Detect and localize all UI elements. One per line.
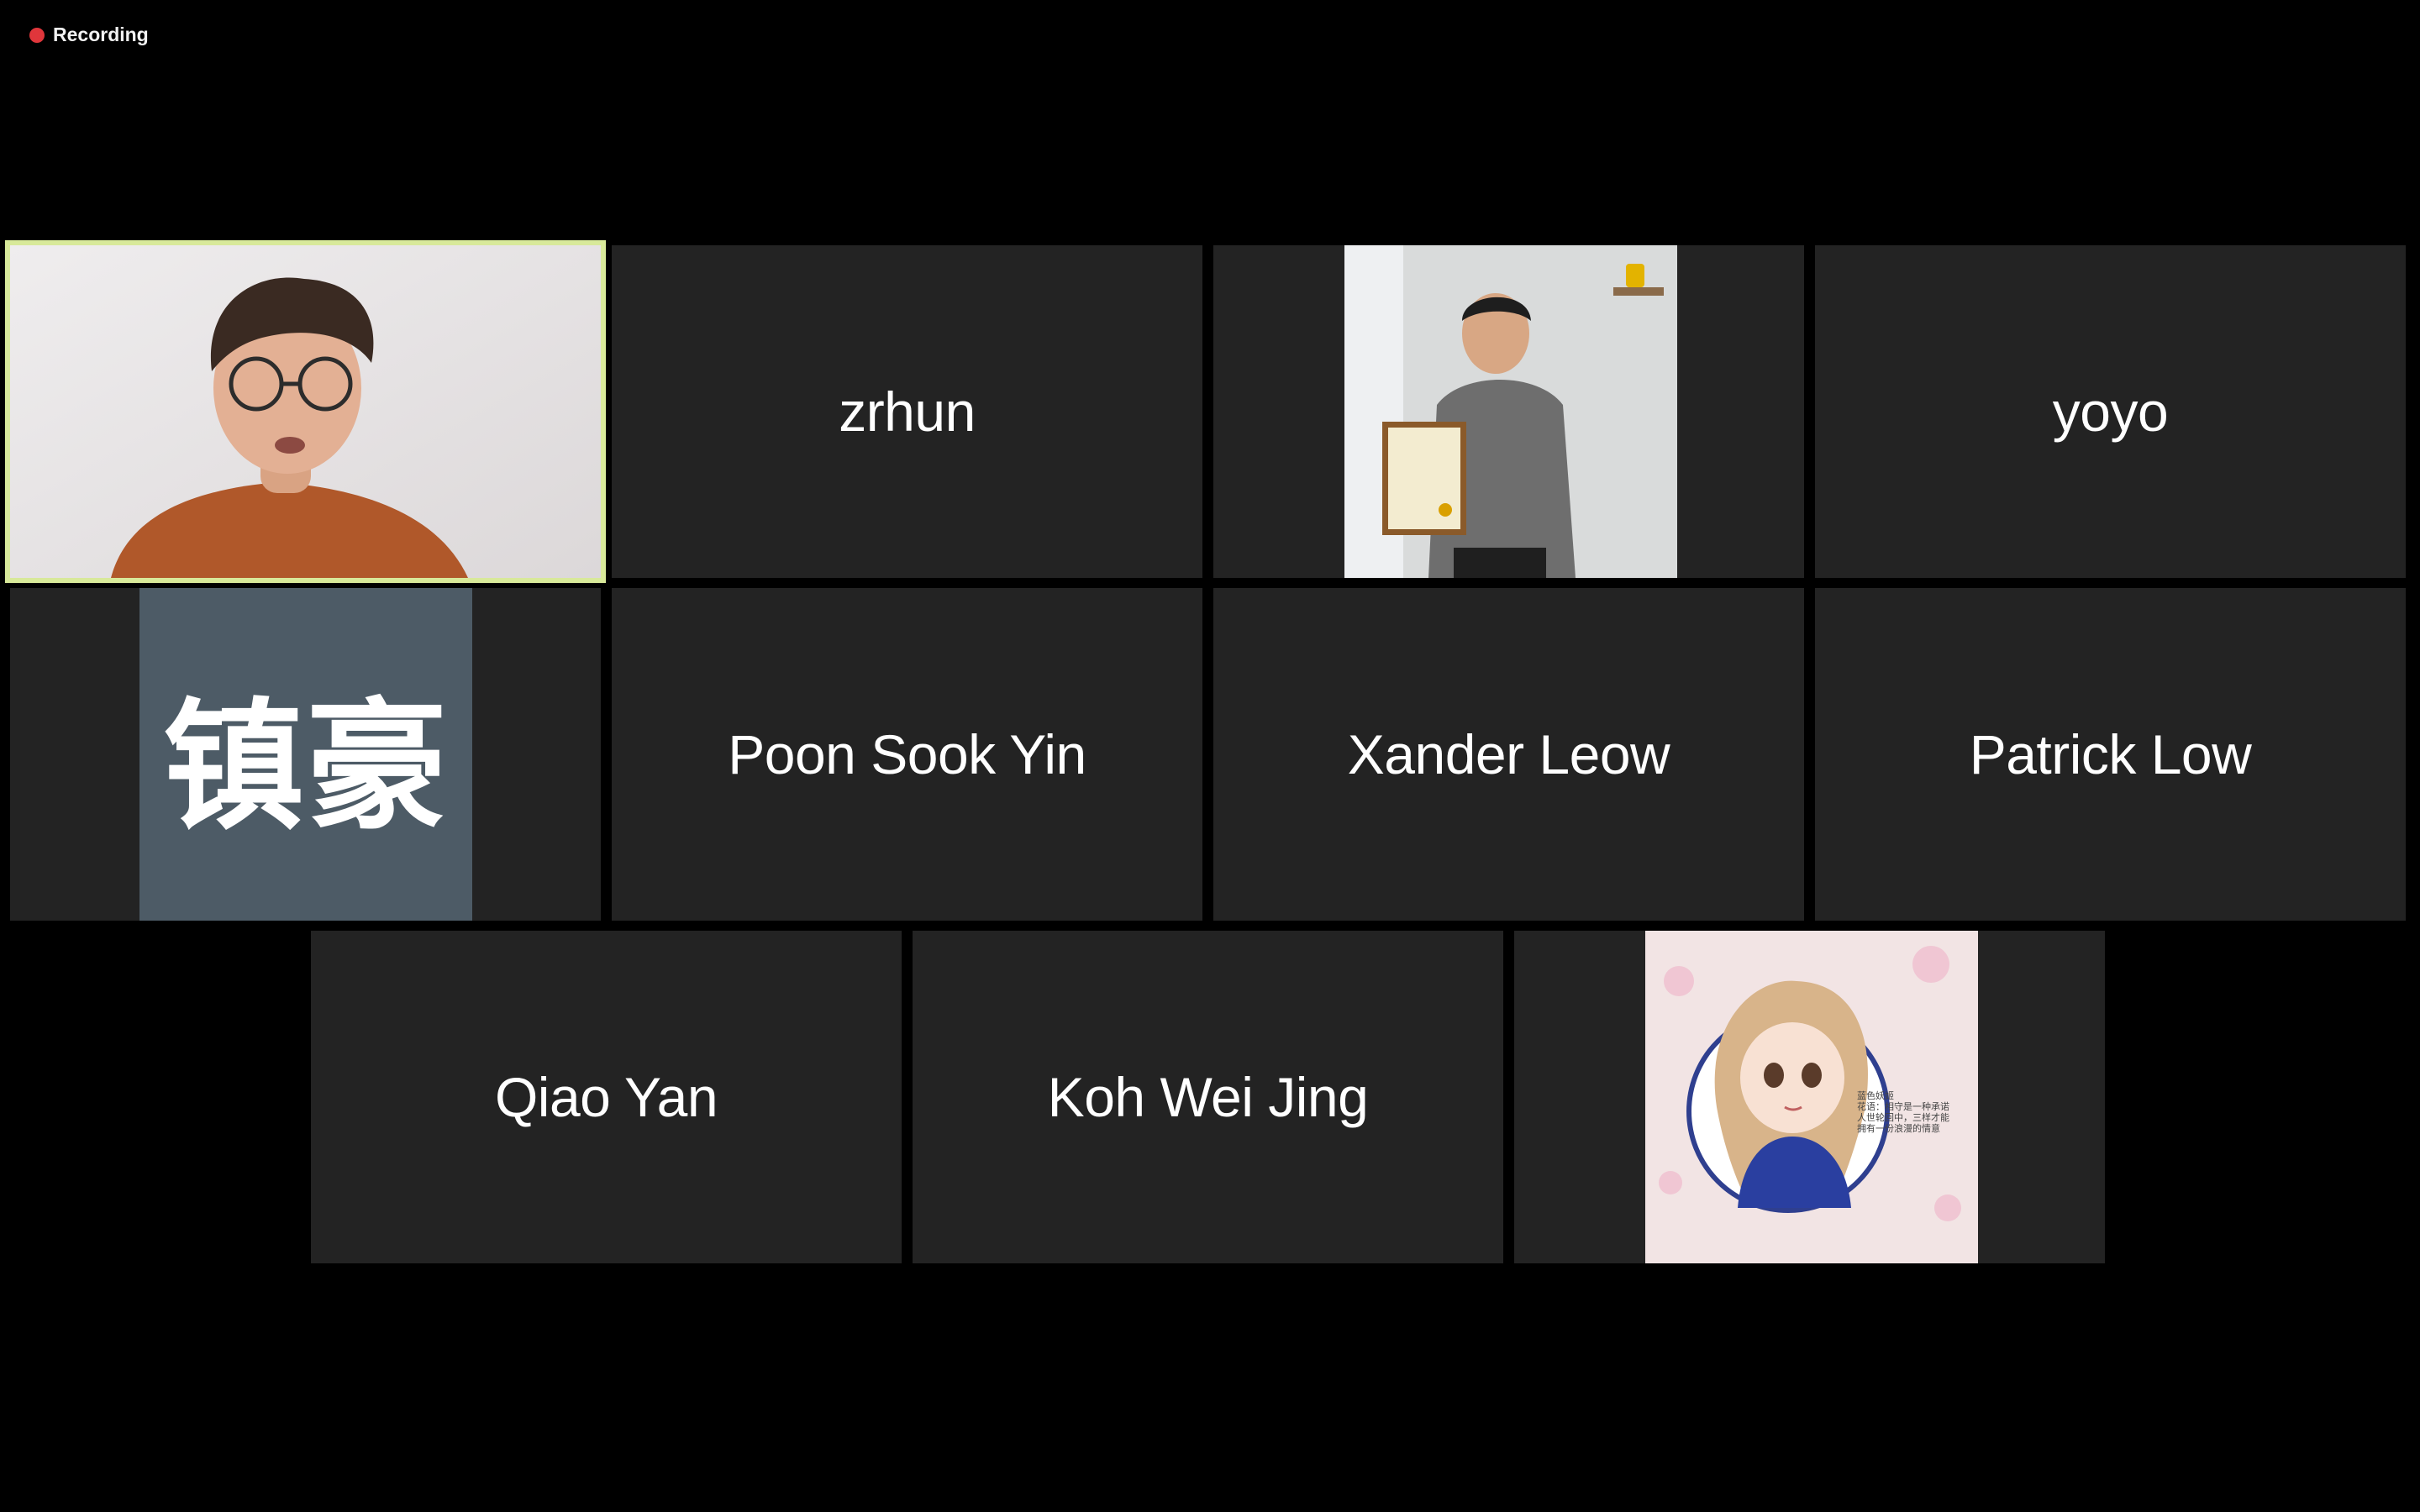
avatar-initials: 镇豪 <box>163 684 449 849</box>
participant-tile-10[interactable]: 蓝色妖姬 花语：相守是一种承诺 人世轮回中，三样才能 拥有一份浪漫的情意 <box>1514 931 2105 1263</box>
avatar: 镇豪 <box>139 588 472 921</box>
recording-indicator[interactable]: Recording <box>29 24 149 46</box>
participant-tile-6[interactable]: Xander Leow <box>1213 588 1804 921</box>
recording-label: Recording <box>53 24 149 45</box>
participant-name: zrhun <box>839 381 976 443</box>
participant-tile-5[interactable]: Poon Sook Yin <box>612 588 1202 921</box>
participant-name: Xander Leow <box>1347 723 1670 785</box>
participant-name: Koh Wei Jing <box>1047 1066 1369 1128</box>
participant-name: Patrick Low <box>1969 723 2252 785</box>
picture-caption: 蓝色妖姬 花语：相守是一种承诺 人世轮回中，三样才能 拥有一份浪漫的情意 <box>1857 1090 1949 1134</box>
participant-tile-9[interactable]: Koh Wei Jing <box>913 931 1503 1263</box>
person-video-image <box>10 245 601 578</box>
profile-picture: 蓝色妖姬 花语：相守是一种承诺 人世轮回中，三样才能 拥有一份浪漫的情意 <box>1645 931 1978 1263</box>
participant-tile-4[interactable]: 镇豪 <box>10 588 601 921</box>
participant-name: Qiao Yan <box>494 1066 718 1128</box>
participant-name: yoyo <box>2052 381 2169 443</box>
gallery-view: Recording zrhun yoyo 镇豪 Poon Sook Yin Xa… <box>0 0 2420 1512</box>
recording-dot-icon <box>29 27 45 43</box>
participant-tile-2[interactable] <box>1213 245 1804 578</box>
participant-tile-0[interactable] <box>5 240 606 583</box>
certificate-photo-image <box>1344 245 1677 578</box>
participant-tile-3[interactable]: yoyo <box>1815 245 2406 578</box>
video-feed <box>1344 245 1677 578</box>
video-feed <box>10 245 601 578</box>
participant-tile-1[interactable]: zrhun <box>612 245 1202 578</box>
participant-tile-7[interactable]: Patrick Low <box>1815 588 2406 921</box>
participant-name: Poon Sook Yin <box>728 723 1086 785</box>
participant-tile-8[interactable]: Qiao Yan <box>311 931 902 1263</box>
